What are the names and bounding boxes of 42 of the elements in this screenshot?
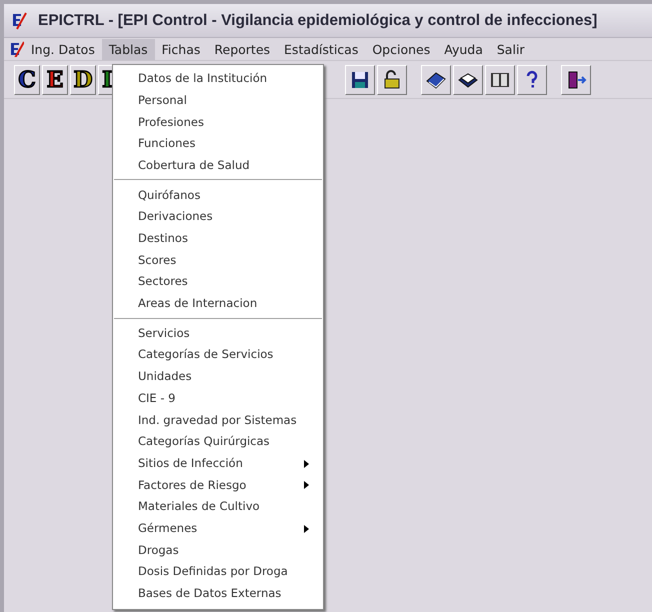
menu-item[interactable]: Reportes bbox=[207, 38, 278, 60]
menu-item[interactable]: Dosis Definidas por Droga bbox=[113, 561, 323, 583]
letter-button[interactable]: C bbox=[14, 64, 40, 94]
menu-item[interactable]: Salir bbox=[490, 38, 532, 60]
menu-item[interactable]: CIE - 9 bbox=[113, 388, 323, 410]
menu-item[interactable]: Factores de Riesgo bbox=[113, 474, 323, 496]
menu-item[interactable]: Sectores bbox=[113, 271, 323, 293]
menu-item[interactable]: Bases de Datos Externas bbox=[113, 582, 323, 604]
menu-item[interactable]: Servicios bbox=[113, 322, 323, 344]
toolbar-button[interactable] bbox=[453, 64, 483, 94]
letter-button[interactable]: E bbox=[42, 64, 68, 94]
toolbar-button[interactable] bbox=[517, 64, 547, 94]
menu-logo-icon bbox=[8, 41, 24, 57]
menu-item[interactable]: Quirófanos bbox=[113, 184, 323, 206]
menu-item[interactable]: Estadísticas bbox=[277, 38, 366, 60]
menu-item[interactable]: Ind. gravedad por Sistemas bbox=[113, 409, 323, 431]
menu-item[interactable]: Unidades bbox=[113, 366, 323, 388]
menu-item[interactable]: Categorías Quirúrgicas bbox=[113, 431, 323, 453]
menu-item[interactable]: Ing. Datos bbox=[24, 38, 102, 60]
window-title: EPICTRL - [EPI Control - Vigilancia epidemiológica y control de infecciones] bbox=[38, 10, 598, 31]
menu-item[interactable]: Scores bbox=[113, 250, 323, 272]
toolbar-button[interactable] bbox=[485, 64, 515, 94]
menu-item[interactable]: Profesiones bbox=[113, 111, 323, 134]
app-logo-icon bbox=[10, 12, 28, 30]
toolbar-button[interactable] bbox=[377, 64, 407, 94]
toolbar-button[interactable] bbox=[421, 64, 451, 94]
menu-item[interactable]: Sitios de Infección bbox=[113, 452, 323, 474]
menu-item[interactable]: Derivaciones bbox=[113, 206, 323, 228]
menu-item[interactable]: Ayuda bbox=[437, 38, 490, 60]
menu-item[interactable]: Tablas bbox=[102, 38, 155, 60]
toolbar-button[interactable] bbox=[345, 64, 375, 94]
menu-item[interactable]: Categorías de Servicios bbox=[113, 344, 323, 366]
menu-item[interactable]: Destinos bbox=[113, 228, 323, 250]
menu-item[interactable]: Materiales de Cultivo bbox=[113, 496, 323, 518]
toolbar-button[interactable] bbox=[561, 64, 591, 94]
menu-item[interactable]: Funciones bbox=[113, 133, 323, 155]
menu-item[interactable]: Fichas bbox=[154, 38, 208, 60]
menu-item[interactable]: Cobertura de Salud bbox=[113, 154, 323, 176]
menu-item[interactable]: Drogas bbox=[113, 539, 323, 562]
menu-item[interactable]: Areas de Internacion bbox=[113, 292, 323, 315]
menu-item[interactable]: Gérmenes bbox=[113, 518, 323, 540]
menu-item[interactable]: Opciones bbox=[365, 38, 438, 60]
